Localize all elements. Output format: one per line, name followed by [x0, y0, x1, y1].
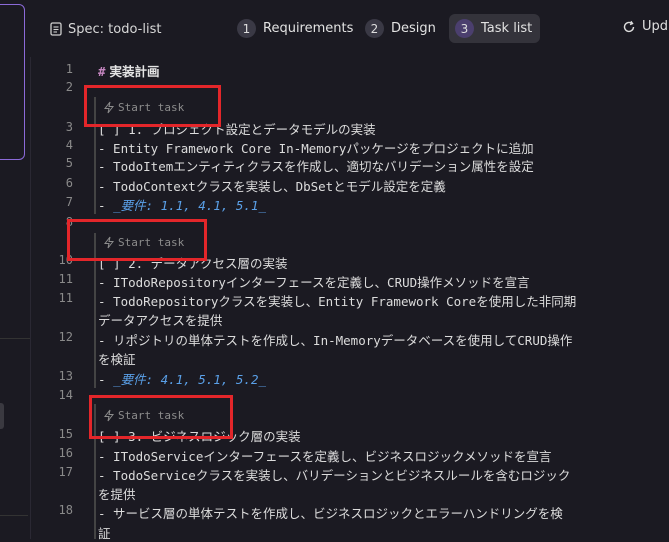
list-dash: -	[98, 372, 114, 387]
document-icon	[50, 22, 62, 36]
list-item-wrap: 証	[98, 526, 111, 541]
spec-title-label: Spec: todo-list	[68, 21, 162, 37]
line-number: 12	[58, 330, 73, 344]
step-number: 3	[455, 19, 474, 38]
line-number: 11	[58, 272, 73, 286]
list-item: - TodoRepositoryクラスを実装し、Entity Framework…	[98, 294, 577, 309]
annotation-box	[84, 85, 221, 127]
line-number: 11	[58, 291, 73, 305]
activity-sidebar	[0, 0, 31, 539]
requirement-ref: _要件: 4.1, 5.1, 5.2_	[113, 372, 266, 387]
line-number: 15	[58, 427, 73, 441]
heading-text: 実装計画	[109, 64, 160, 79]
list-item-wrap: を提供	[98, 487, 136, 502]
list-item: - TodoItemエンティティクラスを作成し、適切なバリデーション属性を設定	[98, 159, 534, 174]
annotation-box	[89, 395, 233, 439]
tab-requirements[interactable]: 1 Requirements	[231, 14, 361, 43]
list-item: - Entity Framework Core In-Memoryパッケージをプ…	[98, 141, 534, 156]
line-number: 13	[58, 369, 73, 383]
sidebar-panel[interactable]	[0, 4, 25, 160]
tab-label: Task list	[481, 21, 533, 36]
line-number: 5	[65, 156, 73, 170]
list-item-wrap: を検証	[98, 352, 136, 367]
step-number: 1	[237, 19, 256, 38]
sidebar-divider	[0, 338, 30, 339]
line-number: 16	[58, 446, 73, 460]
sidebar-divider-bottom	[0, 515, 28, 516]
heading-marker: #	[98, 64, 106, 79]
refresh-icon	[623, 20, 635, 32]
tab-task-list[interactable]: 3 Task list	[449, 14, 541, 43]
requirement-ref: _要件: 1.1, 4.1, 5.1_	[113, 198, 266, 213]
list-item: - TodoServiceクラスを実装し、バリデーションとビジネスルールを含むロ…	[98, 468, 571, 483]
list-item: - ITodoServiceインターフェースを定義し、ビジネスロジックメソッドを…	[98, 449, 552, 464]
annotation-box	[67, 219, 207, 261]
line-number: 7	[65, 195, 73, 209]
line-number: 1	[65, 62, 73, 76]
line-number: 4	[65, 138, 73, 152]
list-item: - _要件: 4.1, 5.1, 5.2_	[98, 369, 266, 388]
line-number: 3	[65, 120, 73, 134]
line-number: 18	[58, 503, 73, 517]
list-item: - リポジトリの単体テストを作成し、In-Memoryデータベースを使用してCR…	[98, 333, 573, 348]
spec-title: Spec: todo-list	[50, 19, 161, 39]
list-item: - _要件: 1.1, 4.1, 5.1_	[98, 195, 266, 214]
heading-line: # 実装計画	[98, 61, 160, 80]
list-item: - サービス層の単体テストを作成し、ビジネスロジックとエラーハンドリングを検	[98, 506, 563, 521]
list-item: - ITodoRepositoryインターフェースを定義し、CRUD操作メソッド…	[98, 275, 530, 290]
markdown-editor[interactable]: 1 2 3 4 5 6 7 8 10 11 11 12 13 14 15 16 …	[30, 57, 669, 541]
list-item: - TodoContextクラスを実装し、DbSetとモデル設定を定義	[98, 179, 446, 194]
update-label: Upd	[642, 19, 669, 34]
list-dash: -	[98, 198, 114, 213]
step-number: 2	[365, 19, 384, 38]
line-number: 6	[65, 176, 73, 190]
tab-label: Design	[391, 21, 436, 36]
line-number: 14	[58, 388, 73, 402]
tab-design[interactable]: 2 Design	[359, 14, 444, 43]
list-item-wrap: データアクセスを提供	[98, 313, 223, 328]
line-number: 2	[65, 80, 73, 94]
update-button[interactable]: Upd	[622, 19, 668, 34]
sidebar-handle[interactable]	[0, 403, 4, 429]
tab-label: Requirements	[263, 21, 354, 36]
spec-toolbar: Spec: todo-list 1 Requirements 2 Design …	[30, 0, 669, 57]
line-number: 17	[58, 465, 73, 479]
